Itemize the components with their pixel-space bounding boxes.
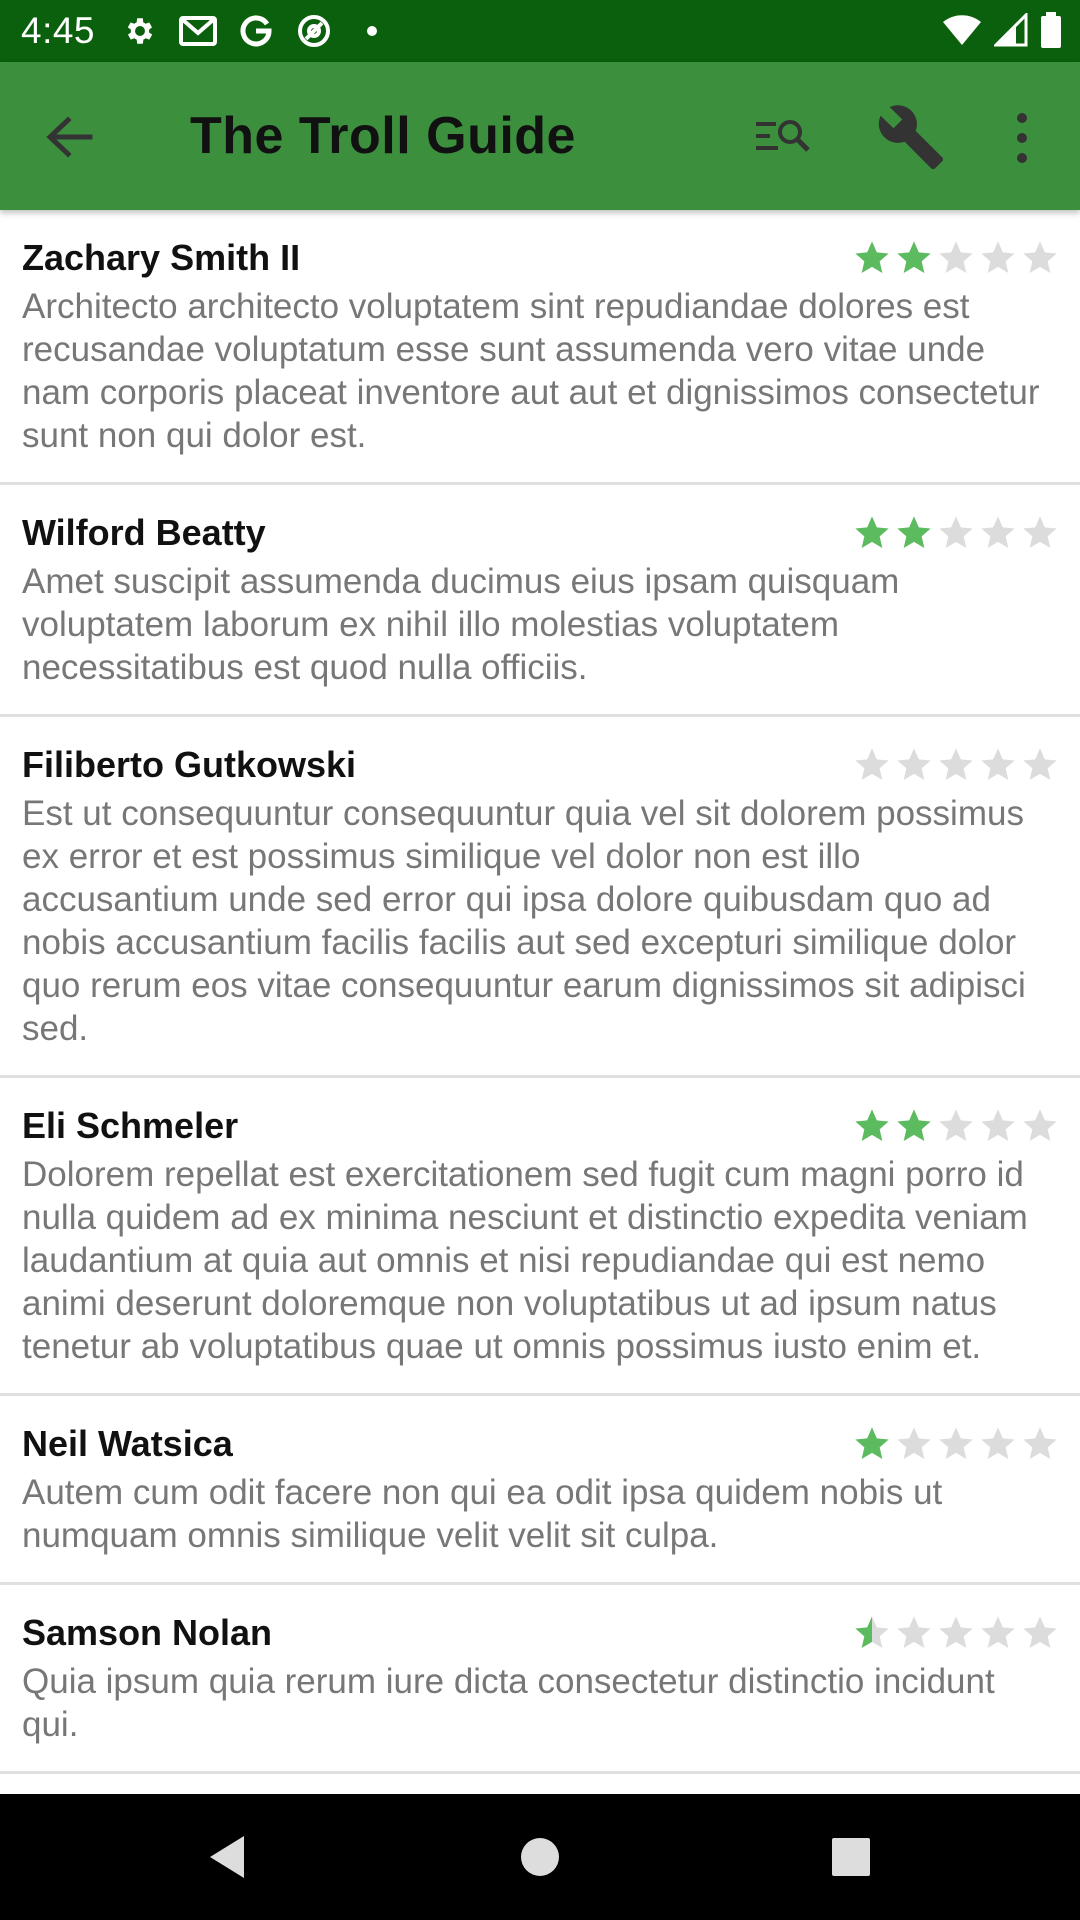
star-icon (897, 1427, 931, 1459)
star-icon (1023, 241, 1057, 273)
review-header: Samson Nolan (22, 1612, 1060, 1653)
review-header: Filiberto Gutkowski (22, 744, 1060, 785)
at-sign-icon (295, 12, 333, 50)
reviewer-name: Zachary Smith II (22, 237, 301, 278)
star-icon (897, 516, 931, 548)
more-vert-icon (1017, 113, 1027, 163)
star-icon (897, 241, 931, 273)
status-bar: 4:45 (0, 0, 1080, 62)
star-icon (939, 1427, 973, 1459)
review-text: Dolorem repellat est exercitationem sed … (22, 1155, 1028, 1366)
star-icon (1023, 748, 1057, 780)
gmail-icon (179, 12, 218, 50)
review-item[interactable]: Neil Watsica Autem cum odit facere non qu… (0, 1396, 1080, 1585)
google-icon (237, 12, 275, 50)
star-icon (897, 748, 931, 780)
review-text: Amet suscipit assumenda ducimus eius ips… (22, 562, 900, 687)
navigation-bar (0, 1794, 1080, 1920)
review-header: Eli Schmeler (22, 1105, 1060, 1146)
dot-icon (353, 12, 391, 50)
rating-stars (852, 513, 1060, 553)
review-item[interactable]: Filiberto Gutkowski Est ut consequuntur c… (0, 717, 1080, 1078)
star-icon (897, 1616, 931, 1648)
more-options-button[interactable] (1004, 106, 1040, 170)
nav-home-button[interactable] (515, 1832, 565, 1882)
status-time: 4:45 (21, 10, 96, 51)
notification-icons (121, 12, 391, 50)
review-text: Est ut consequuntur consequuntur quia ve… (22, 794, 1026, 1048)
square-recents-icon (832, 1838, 870, 1876)
review-item[interactable]: Eli Schmeler Dolorem repellat est exercit… (0, 1078, 1080, 1396)
star-icon (939, 516, 973, 548)
star-icon (855, 241, 889, 273)
star-icon (981, 516, 1015, 548)
star-icon (855, 748, 889, 780)
reviewer-name: Filiberto Gutkowski (22, 744, 357, 785)
review-header: Zachary Smith II (22, 237, 1060, 278)
system-status-icons (942, 11, 1062, 53)
back-button[interactable] (40, 110, 100, 164)
review-header: Neil Watsica (22, 1423, 1060, 1464)
star-icon (981, 241, 1015, 273)
star-icon (939, 241, 973, 273)
star-icon (855, 1616, 889, 1648)
review-item[interactable]: Wilford Beatty Amet suscipit assumenda du… (0, 485, 1080, 717)
rating-stars (852, 1106, 1060, 1146)
wifi-icon (942, 13, 982, 52)
review-item[interactable]: Samson Nolan Quia ipsum quia rerum iure d… (0, 1585, 1080, 1774)
star-icon (1023, 1109, 1057, 1141)
star-icon (981, 748, 1015, 780)
review-text: Architecto architecto voluptatem sint re… (22, 287, 1040, 455)
page-title: The Troll Guide (190, 107, 576, 165)
star-icon (855, 516, 889, 548)
review-item[interactable]: Zachary Smith II Architecto architecto vo… (0, 210, 1080, 485)
star-icon (939, 1109, 973, 1141)
star-icon (897, 1109, 931, 1141)
cellular-signal-icon (992, 11, 1028, 52)
star-icon (981, 1616, 1015, 1648)
filter-search-icon (756, 120, 810, 152)
settings-button[interactable] (876, 102, 946, 172)
star-icon (939, 1616, 973, 1648)
review-text: Autem cum odit facere non qui ea odit ip… (22, 1473, 943, 1555)
rating-stars (852, 1424, 1060, 1464)
review-list[interactable]: Zachary Smith II Architecto architecto vo… (0, 210, 1080, 1794)
reviewer-name: Samson Nolan (22, 1612, 273, 1653)
star-icon (981, 1427, 1015, 1459)
star-icon (1023, 1427, 1057, 1459)
star-icon (981, 1109, 1015, 1141)
star-icon (1023, 516, 1057, 548)
battery-icon (1040, 12, 1062, 53)
wrench-icon (878, 105, 944, 170)
back-arrow-icon (46, 116, 93, 158)
reviewer-name: Eli Schmeler (22, 1105, 239, 1146)
reviewer-name: Neil Watsica (22, 1423, 233, 1464)
filter-search-button[interactable] (750, 110, 814, 164)
circle-home-icon (521, 1838, 559, 1876)
rating-stars (852, 238, 1060, 278)
reviewer-name: Wilford Beatty (22, 512, 266, 553)
app-bar: The Troll Guide (0, 62, 1080, 210)
nav-recents-button[interactable] (826, 1832, 876, 1882)
rating-stars (852, 745, 1060, 785)
star-icon (855, 1109, 889, 1141)
star-icon (939, 748, 973, 780)
review-text: Quia ipsum quia rerum iure dicta consect… (22, 1662, 995, 1744)
nav-back-button[interactable] (204, 1832, 254, 1882)
settings-gear-icon (121, 12, 159, 50)
triangle-back-icon (210, 1836, 244, 1878)
rating-stars (852, 1613, 1060, 1653)
star-icon (1023, 1616, 1057, 1648)
star-icon (855, 1427, 889, 1459)
review-header: Wilford Beatty (22, 512, 1060, 553)
